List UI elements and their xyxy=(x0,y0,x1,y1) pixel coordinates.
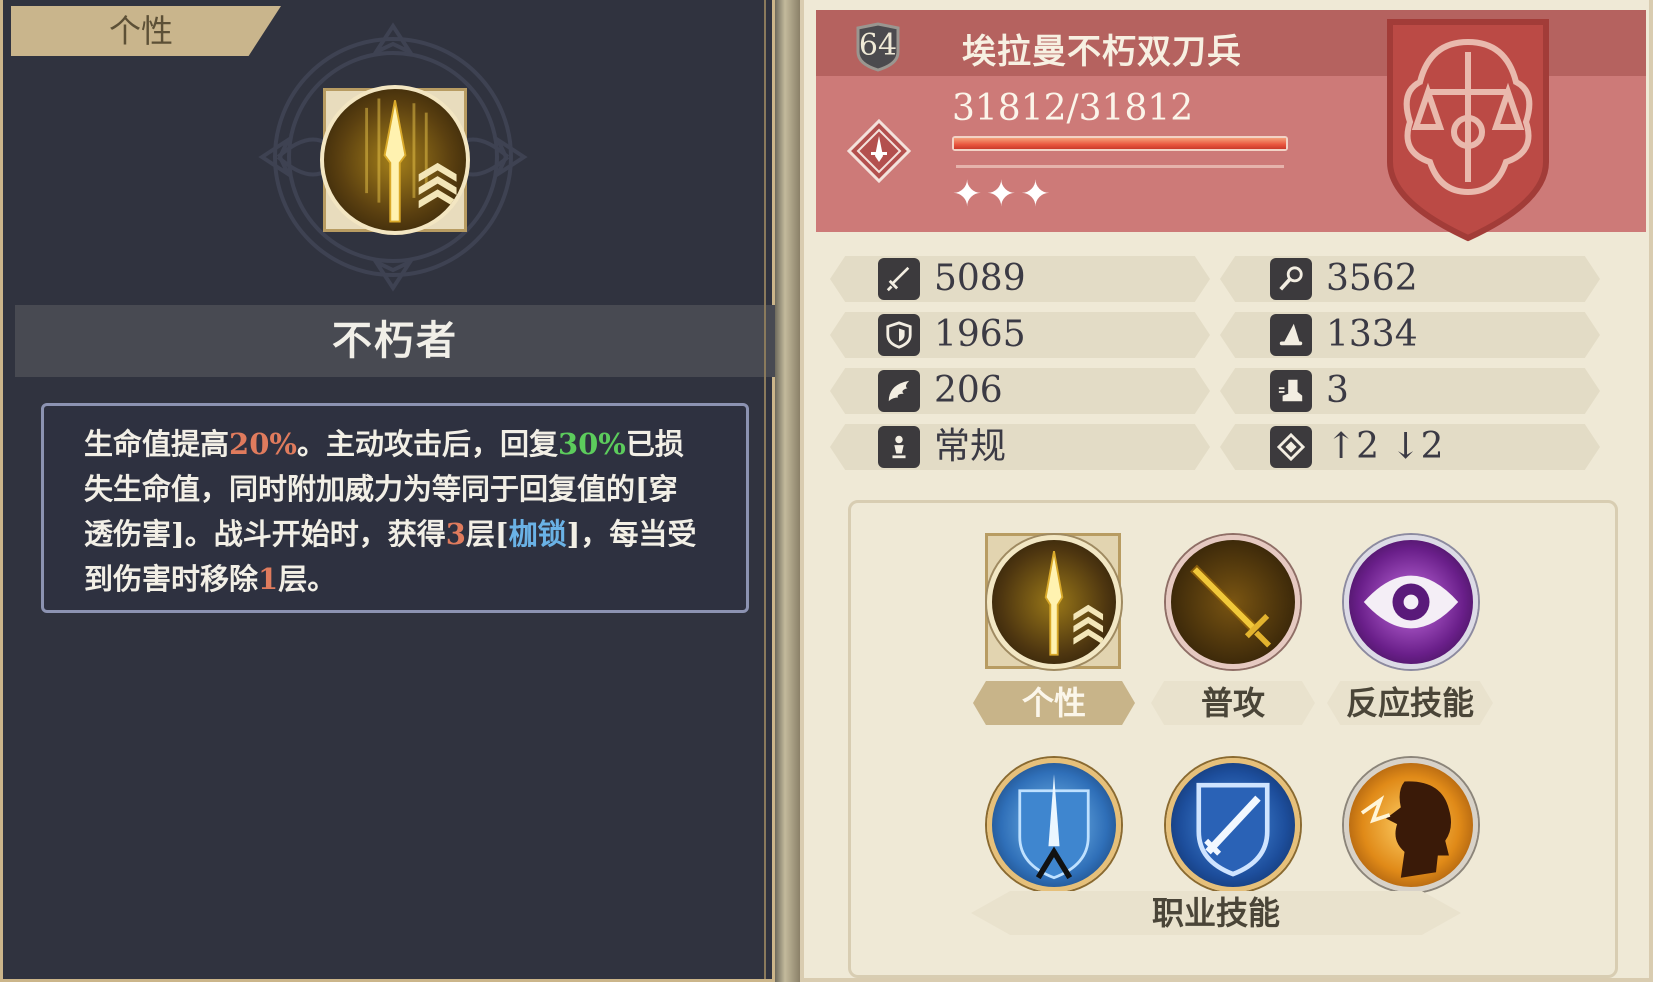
wizard-hat-icon xyxy=(1270,314,1312,356)
trait-description-segment: 1 xyxy=(258,562,279,596)
stat-resistance-value: 1334 xyxy=(1326,314,1418,355)
roaring-head-icon[interactable] xyxy=(1344,758,1478,892)
trait-detail-panel: 个性 不朽者 生命值提高20%。主动攻击后，回复30%已损失生命值，同时附加威力… xyxy=(0,0,775,982)
spear-rank-up-icon xyxy=(320,85,470,235)
class-skills-label: 职业技能 xyxy=(971,891,1461,935)
unit-name: 埃拉曼不朽双刀兵 xyxy=(962,32,1242,72)
hp-bar xyxy=(952,136,1288,151)
golden-sword-icon[interactable] xyxy=(1166,535,1300,669)
stat-attack-value: 5089 xyxy=(934,258,1026,299)
trait-description-segment: 30% xyxy=(557,427,626,461)
trait-description-box: 生命值提高20%。主动攻击后，回复30%已损失生命值，同时附加威力为等同于回复值… xyxy=(41,403,749,613)
hp-bar-fill xyxy=(954,138,1286,149)
stat-movement-value: 3 xyxy=(1326,370,1349,411)
trait-description-segment: 层。 xyxy=(278,562,337,596)
hp-sub-bar xyxy=(956,165,1284,168)
trait-description: 生命值提高20%。主动攻击后，回复30%已损失生命值，同时附加威力为等同于回复值… xyxy=(84,422,706,602)
personality-tab[interactable]: 个性 xyxy=(11,6,281,56)
stat-magic-value: 3562 xyxy=(1326,258,1418,299)
sword-attack-icon xyxy=(878,258,920,300)
personality-skill-icon[interactable] xyxy=(987,535,1121,669)
blue-shield-sword-icon[interactable] xyxy=(1166,758,1300,892)
trait-description-segment: 生命值提高 xyxy=(84,427,230,461)
scales-sword-crest-icon xyxy=(1387,19,1549,242)
purple-eye-icon[interactable] xyxy=(1344,535,1478,669)
tab-reaction-skill[interactable]: 反应技能 xyxy=(1327,681,1493,725)
person-stance-icon xyxy=(878,426,920,468)
boot-move-icon xyxy=(1270,370,1312,412)
stat-speed-value: 206 xyxy=(934,370,1003,411)
trait-description-segment: 层[ xyxy=(465,517,509,551)
stat-stance-value: 常规 xyxy=(934,426,1007,467)
stat-defense-value: 1965 xyxy=(934,314,1026,355)
diamond-range-icon xyxy=(1270,426,1312,468)
trait-description-segment: 20% xyxy=(229,427,297,461)
unit-level: 64 xyxy=(858,28,898,63)
panel-divider xyxy=(775,0,800,982)
unit-header: 64 埃拉曼不朽双刀兵 31812/31812 ✦✦✦ xyxy=(816,10,1646,242)
wing-speed-icon xyxy=(878,370,920,412)
hp-value: 31812/31812 xyxy=(952,88,1194,129)
dagger-diamond-icon[interactable] xyxy=(846,118,912,184)
tab-personality[interactable]: 个性 xyxy=(973,681,1135,725)
trait-name: 不朽者 xyxy=(15,305,775,377)
ice-sword-shield-icon[interactable] xyxy=(987,758,1121,892)
tab-normal-attack[interactable]: 普攻 xyxy=(1151,681,1315,725)
stat-range-value: ↑2 ↓2 xyxy=(1326,426,1444,467)
rank-stars: ✦✦✦ xyxy=(952,174,1055,215)
trait-description-segment: 。主动攻击后，回复 xyxy=(296,427,558,461)
shield-defense-icon xyxy=(878,314,920,356)
unit-info-panel: 64 埃拉曼不朽双刀兵 31812/31812 ✦✦✦ 5089 1965 20… xyxy=(800,0,1653,982)
staff-magic-icon xyxy=(1270,258,1312,300)
skills-box: 个性 普攻 反应技能 职业技能 xyxy=(848,500,1618,978)
trait-description-segment: 枷锁 xyxy=(508,517,567,551)
trait-icon-frame xyxy=(320,85,470,235)
trait-description-segment: 3 xyxy=(445,517,466,551)
